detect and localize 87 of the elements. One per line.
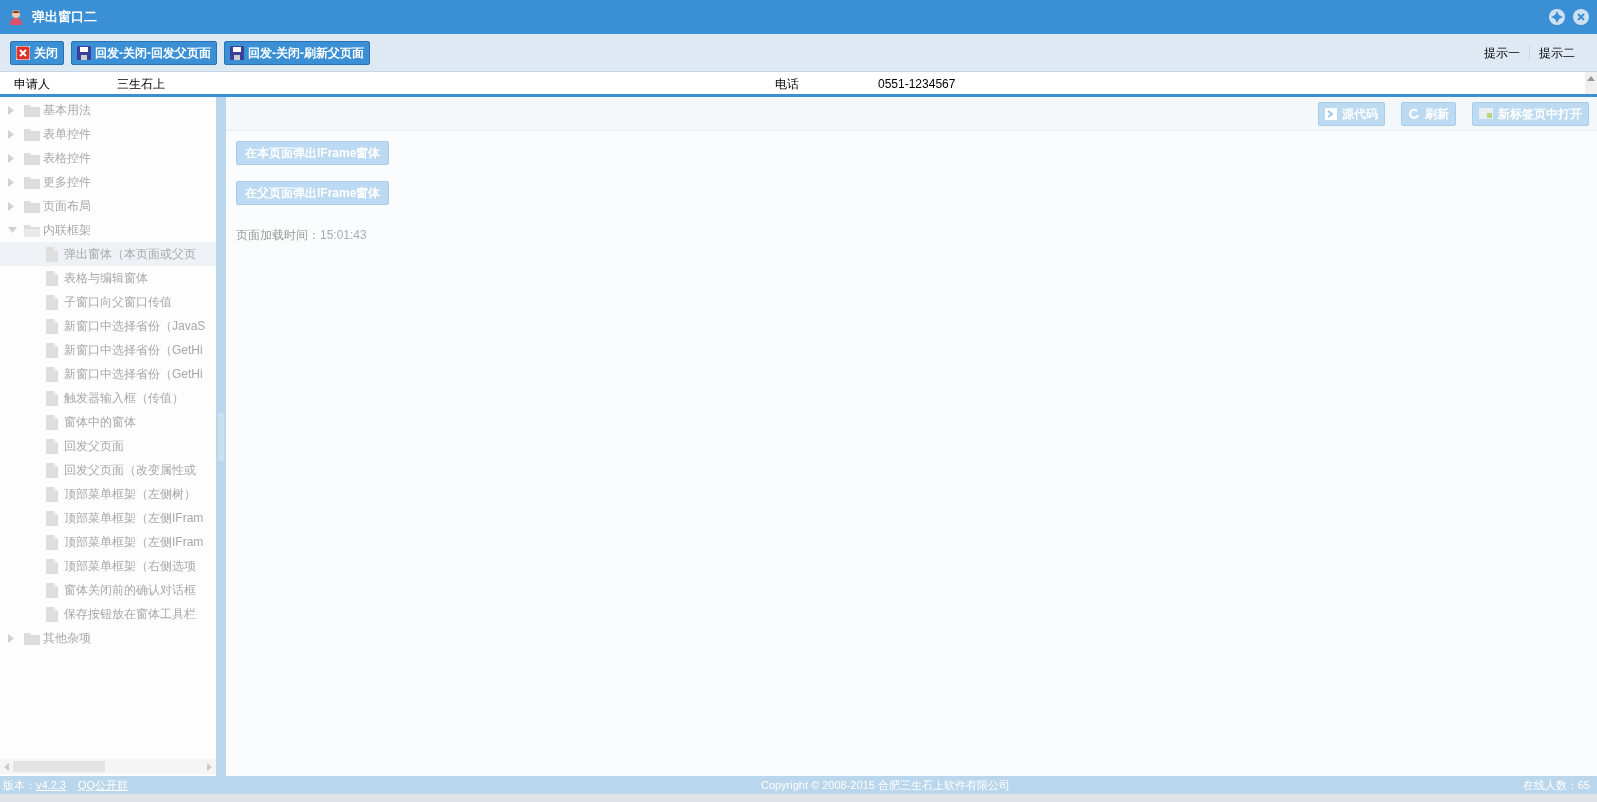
document-icon (46, 366, 58, 382)
load-time-text: 页面加载时间：15:01:43 (236, 227, 368, 244)
tree-item[interactable]: 基本用法 (0, 98, 216, 122)
tree-item[interactable]: 弹出窗体（本页面或父页 (0, 242, 216, 266)
tree-item[interactable]: 回发父页面（改变属性或 (0, 458, 216, 482)
folder-icon (24, 175, 40, 189)
open-in-new-tab-button[interactable]: 新标签页中打开 (1472, 101, 1589, 126)
horizontal-scrollbar[interactable] (0, 759, 216, 774)
field-value: 三生石上 (117, 77, 165, 91)
collapsed-arrow-icon[interactable] (8, 153, 14, 163)
person-icon (8, 9, 24, 25)
tree-item[interactable]: 其他杂项 (0, 626, 216, 650)
document-icon (46, 486, 58, 502)
tree-item[interactable]: 保存按钮放在窗体工具栏 (0, 602, 216, 626)
tree-item[interactable]: 页面布局 (0, 194, 216, 218)
field-value: 0551-1234567 (878, 77, 956, 91)
refresh-icon (1408, 107, 1420, 120)
tree-item[interactable]: 窗体中的窗体 (0, 410, 216, 434)
scrollbar[interactable] (1585, 72, 1597, 94)
tree-item[interactable]: 子窗口向父窗口传值 (0, 290, 216, 314)
tree-item[interactable]: 新窗口中选择省份（GetHi (0, 362, 216, 386)
document-icon (46, 270, 58, 286)
tree-item[interactable]: 顶部菜单框架（左侧树） (0, 482, 216, 506)
folder-icon (24, 223, 40, 237)
collapsed-arrow-icon[interactable] (8, 633, 14, 643)
tree-item[interactable]: 回发父页面 (0, 434, 216, 458)
tree-item[interactable]: 内联框架 (0, 218, 216, 242)
field-label: 申请人 (14, 77, 50, 91)
document-icon (46, 414, 58, 430)
popup-title: 弹出窗口二 (32, 8, 97, 27)
tree-item[interactable]: 新窗口中选择省份（JavaS (0, 314, 216, 338)
online-count: 65 (1577, 777, 1591, 793)
splitter[interactable] (216, 97, 226, 776)
folder-icon (24, 199, 40, 213)
tree-item[interactable]: 触发器输入框（传值） (0, 386, 216, 410)
close-button[interactable]: 关闭 (10, 40, 64, 65)
document-icon (46, 582, 58, 598)
postback-button[interactable]: 回发-关闭-刷新父页面 (224, 40, 370, 65)
left-arrow-icon[interactable] (4, 762, 9, 771)
source-code-button[interactable]: 源代码 (1318, 101, 1385, 126)
open-iframe-button[interactable]: 在本页面弹出IFrame窗体 (236, 141, 390, 165)
folder-icon (24, 631, 40, 645)
document-icon (46, 318, 58, 334)
document-icon (46, 606, 58, 622)
tree-item[interactable]: 新窗口中选择省份（GetHi (0, 338, 216, 362)
tree-item[interactable]: 表格与编辑窗体 (0, 266, 216, 290)
tree-item[interactable]: 顶部菜单框架（左侧IFram (0, 530, 216, 554)
folder-icon (24, 127, 40, 141)
document-icon (46, 390, 58, 406)
maximize-icon[interactable] (1549, 9, 1565, 25)
tip-text[interactable]: 提示一 (1484, 43, 1520, 62)
tree-item[interactable]: 表格控件 (0, 146, 216, 170)
collapsed-arrow-icon[interactable] (8, 105, 14, 115)
refresh-button[interactable]: 刷新 (1401, 101, 1456, 126)
qq-group-link[interactable]: QQ公开群 (77, 776, 129, 794)
folder-icon (24, 151, 40, 165)
window-icon (1479, 108, 1493, 119)
document-icon (46, 534, 58, 550)
right-arrow-icon[interactable] (207, 762, 212, 771)
document-icon (46, 246, 58, 262)
version-link[interactable]: v4.2.3 (36, 776, 66, 794)
tree-item[interactable]: 顶部菜单框架（左侧IFram (0, 506, 216, 530)
close-icon[interactable] (1573, 9, 1589, 25)
tree-item[interactable]: 窗体关闭前的确认对话框 (0, 578, 216, 602)
collapsed-arrow-icon[interactable] (8, 177, 14, 187)
open-iframe-button[interactable]: 在父页面弹出IFrame窗体 (236, 181, 390, 205)
version-label: 版本： (3, 777, 36, 793)
document-icon (46, 438, 58, 454)
close-icon (16, 45, 30, 60)
field-label: 电话 (775, 77, 799, 91)
folder-icon (24, 103, 40, 117)
document-icon (46, 294, 58, 310)
code-icon (1325, 107, 1337, 120)
collapsed-arrow-icon[interactable] (8, 201, 14, 211)
collapsed-arrow-icon[interactable] (8, 129, 14, 139)
tree-item[interactable]: 表单控件 (0, 122, 216, 146)
tree-item[interactable]: 更多控件 (0, 170, 216, 194)
tip-text[interactable]: 提示二 (1539, 43, 1575, 62)
document-icon (46, 510, 58, 526)
tree-item[interactable]: 顶部菜单框架（右侧选项 (0, 554, 216, 578)
expanded-arrow-icon[interactable] (8, 227, 17, 233)
document-icon (46, 342, 58, 358)
postback-button[interactable]: 回发-关闭-回发父页面 (71, 40, 217, 65)
document-icon (46, 558, 58, 574)
online-count-label: 在线人数： (1522, 777, 1578, 793)
document-icon (46, 462, 58, 478)
up-arrow-icon[interactable] (1587, 76, 1595, 81)
